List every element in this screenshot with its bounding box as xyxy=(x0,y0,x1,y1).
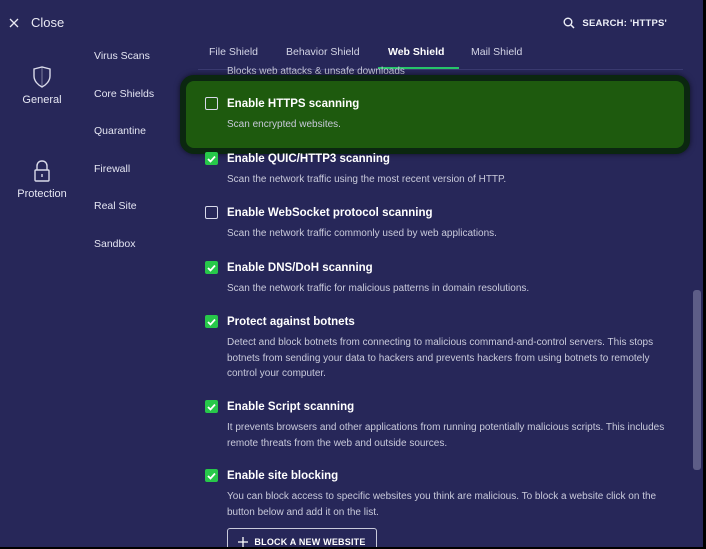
block-button-label: BLOCK A NEW WEBSITE xyxy=(254,537,366,547)
https-scanning-checkbox[interactable] xyxy=(205,97,218,110)
rail-item-general[interactable]: General xyxy=(2,66,82,106)
setting-title: Enable WebSocket protocol scanning xyxy=(227,206,433,219)
setting-description: Detect and block botnets from connecting… xyxy=(227,337,654,379)
websocket-scanning-checkbox[interactable] xyxy=(205,206,218,219)
rail-label-protection: Protection xyxy=(17,188,67,200)
setting-websocket-scanning: Enable WebSocket protocol scanning Scan … xyxy=(205,206,675,242)
setting-script-scanning: Enable Script scanning It prevents brows… xyxy=(205,400,675,451)
setting-title: Enable QUIC/HTTP3 scanning xyxy=(227,152,390,165)
submenu-firewall[interactable]: Firewall xyxy=(94,163,154,201)
tab-mail-shield[interactable]: Mail Shield xyxy=(471,46,522,58)
setting-https-scanning: Enable HTTPS scanning Scan encrypted web… xyxy=(205,97,675,133)
setting-description: You can block access to specific website… xyxy=(227,491,657,518)
search-bar[interactable]: SEARCH: 'HTTPS' xyxy=(563,17,667,29)
setting-title: Enable site blocking xyxy=(227,469,339,482)
checkmark-icon xyxy=(207,472,216,480)
setting-description: It prevents browsers and other applicati… xyxy=(227,422,665,449)
setting-botnet-protection: Protect against botnets Detect and block… xyxy=(205,315,675,382)
site-blocking-checkbox[interactable] xyxy=(205,469,218,482)
checkmark-icon xyxy=(207,318,216,326)
submenu-quarantine[interactable]: Quarantine xyxy=(94,125,154,163)
setting-description: Scan encrypted websites. xyxy=(227,119,341,130)
scrollbar-thumb[interactable] xyxy=(693,290,701,470)
tab-behavior-shield[interactable]: Behavior Shield xyxy=(286,46,360,58)
settings-window: Close SEARCH: 'HTTPS' General Protection… xyxy=(0,0,703,547)
setting-dns-scanning: Enable DNS/DoH scanning Scan the network… xyxy=(205,261,675,297)
submenu-real-site[interactable]: Real Site xyxy=(94,200,154,238)
checkmark-icon xyxy=(207,264,216,272)
setting-quic-scanning: Enable QUIC/HTTP3 scanning Scan the netw… xyxy=(205,152,675,188)
checkmark-icon xyxy=(207,403,216,411)
checkmark-icon xyxy=(207,155,216,163)
setting-description: Scan the network traffic commonly used b… xyxy=(227,228,497,239)
submenu-sandbox[interactable]: Sandbox xyxy=(94,238,154,276)
block-new-website-button[interactable]: BLOCK A NEW WEBSITE xyxy=(227,528,377,547)
plus-icon xyxy=(238,537,249,547)
rail-item-protection[interactable]: Protection xyxy=(2,160,82,200)
rail-label-general: General xyxy=(22,94,62,106)
tab-web-shield[interactable]: Web Shield xyxy=(388,46,444,58)
setting-description: Scan the network traffic using the most … xyxy=(227,174,507,185)
setting-title: Enable HTTPS scanning xyxy=(227,97,360,110)
submenu-virus-scans[interactable]: Virus Scans xyxy=(94,50,154,88)
setting-description: Scan the network traffic for malicious p… xyxy=(227,283,530,294)
close-icon xyxy=(9,18,19,27)
dns-scanning-checkbox[interactable] xyxy=(205,261,218,274)
search-icon xyxy=(563,17,575,29)
setting-site-blocking: Enable site blocking You can block acces… xyxy=(205,469,675,520)
submenu-core-shields[interactable]: Core Shields xyxy=(94,88,154,126)
protection-submenu: Virus Scans Core Shields Quarantine Fire… xyxy=(94,50,154,276)
close-button[interactable]: Close xyxy=(9,15,64,30)
setting-title: Protect against botnets xyxy=(227,315,355,328)
setting-title: Enable DNS/DoH scanning xyxy=(227,261,373,274)
quic-scanning-checkbox[interactable] xyxy=(205,152,218,165)
setting-title: Enable Script scanning xyxy=(227,400,355,413)
botnet-protection-checkbox[interactable] xyxy=(205,315,218,328)
lock-icon xyxy=(34,160,50,182)
close-label: Close xyxy=(31,15,65,30)
shield-outline-icon xyxy=(33,66,51,88)
search-label: SEARCH: 'HTTPS' xyxy=(582,17,667,29)
tab-file-shield[interactable]: File Shield xyxy=(209,46,258,58)
script-scanning-checkbox[interactable] xyxy=(205,400,218,413)
